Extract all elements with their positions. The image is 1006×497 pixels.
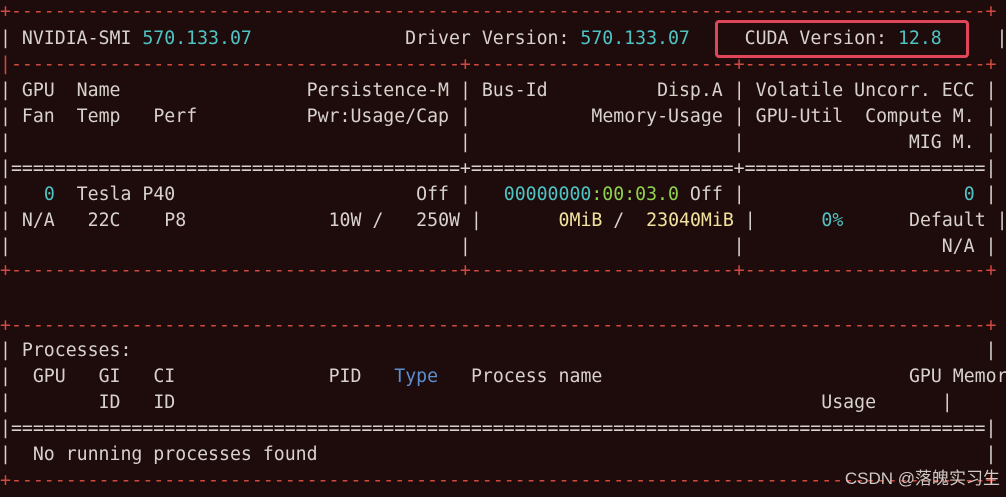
processes-header-row-1: | GPU GI CI PID Type Process name GPU Me… [0,364,1006,390]
col-bus-id: Bus-Id [481,80,548,101]
gpu-power-cap: 250W [416,210,460,231]
gpu-header-row-1: | GPU Name Persistence-M | Bus-Id Disp.A… [0,80,997,101]
col-temp: Temp [76,106,121,127]
col-volatile-ecc: Volatile Uncorr. ECC [755,80,975,101]
gpu-name: Tesla P40 [76,184,176,205]
border-line: +---------------------------------------… [0,315,997,336]
gpu-mig-mode: N/A [941,236,975,257]
col-mig-mode: MIG M. [908,132,975,153]
gpu-persistence: Off [416,184,449,205]
border-line: |---------------------------------------… [0,54,997,75]
col-persistence: Persistence-M [306,80,449,101]
col-name: Name [76,80,121,101]
driver-label: Driver Version: [405,28,570,49]
col-disp: Disp.A [657,80,723,101]
gpu-row-line-3: | | | N/A | [0,236,997,257]
double-border-line: |=======================================… [0,418,997,439]
proc-col-pid: PID [328,366,362,387]
col-perf: Perf [153,106,198,127]
gpu-header-row-3: | | | MIG M. | [0,132,997,153]
processes-header-row-2: | ID ID Usage | [0,392,953,413]
col-gpu-util: GPU-Util [755,106,844,127]
col-pwr-usage-cap: Pwr:Usage/Cap [306,106,450,127]
csdn-watermark: CSDN @落魄实习生 [844,469,1000,488]
gpu-disp: Off [689,184,723,205]
gpu-fan: N/A [21,210,55,231]
no-processes-message: No running processes found [32,444,318,465]
proc-col-type: Type [394,366,439,387]
proc-col-ci-id: ID [153,392,176,413]
gpu-header-row-2: | Fan Temp Perf Pwr:Usage/Cap | Memory-U… [0,106,997,127]
gpu-index: 0 [43,184,55,205]
proc-col-gi: GI [98,366,121,387]
processes-title: Processes: [21,340,132,361]
col-fan: Fan [21,106,55,127]
gpu-perf: P8 [164,210,187,231]
col-memory-usage: Memory-Usage [591,106,723,127]
col-gpu: GPU [21,80,55,101]
proc-col-usage: Usage [821,392,877,413]
gpu-row-line-2: | N/A 22C P8 10W / 250W | 0MiB / 23040Mi… [0,210,1006,231]
driver-version: 570.133.07 [580,28,690,49]
proc-col-gpu: GPU [32,366,66,387]
proc-col-process-name: Process name [470,366,603,387]
proc-col-ci: CI [153,366,176,387]
bus-id-prefix: 00000000 [503,184,592,205]
gpu-util: 0% [821,210,844,231]
gpu-ecc: 0 [963,184,975,205]
gpu-temp: 22C [87,210,121,231]
border-line: +---------------------------------------… [0,260,997,281]
double-border-line: |=======================================… [0,158,997,179]
gpu-mem-used: 0MiB [558,210,603,231]
bus-id-suffix: :00:03.0 [591,184,679,205]
proc-col-gi-id: ID [98,392,121,413]
processes-title-line: | Processes: | [0,340,997,361]
smi-label: NVIDIA-SMI [21,28,132,49]
gpu-mem-total: 23040MiB [646,210,734,231]
proc-col-gpu-memory: GPU Memory [908,366,1006,387]
gpu-compute-mode: Default [909,210,986,231]
gpu-row-line-1: | 0 Tesla P40 Off | 00000000:00:03.0 Off… [0,184,997,205]
smi-version: 570.133.07 [142,28,252,49]
col-compute-mode: Compute M. [865,106,975,127]
gpu-power-usage: 10W [328,210,362,231]
